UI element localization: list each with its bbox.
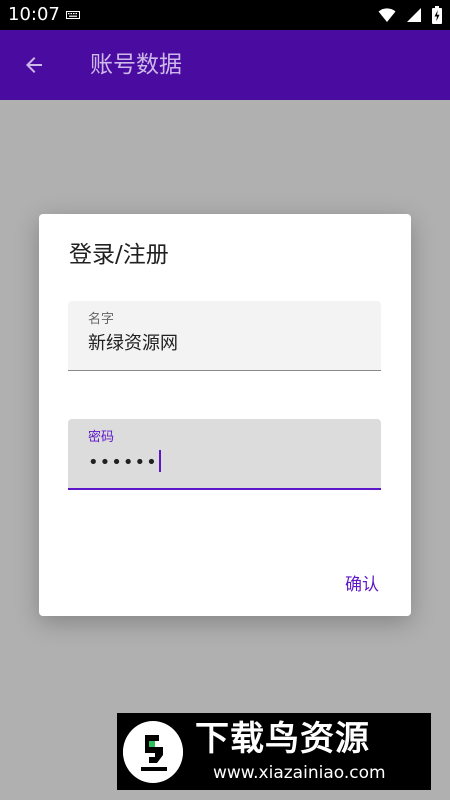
password-field-label: 密码 bbox=[88, 430, 115, 445]
confirm-button[interactable]: 确认 bbox=[345, 574, 379, 596]
watermark-url: www.xiazainiao.com bbox=[213, 763, 386, 783]
wifi-icon bbox=[378, 8, 396, 22]
password-field-value: •••••• bbox=[88, 452, 158, 473]
status-bar: 10:07 bbox=[0, 0, 450, 30]
text-caret bbox=[158, 450, 161, 472]
signal-icon bbox=[407, 8, 421, 22]
name-field[interactable]: 名字 新绿资源网 bbox=[68, 301, 381, 371]
status-time: 10:07 bbox=[8, 4, 60, 25]
name-field-value[interactable]: 新绿资源网 bbox=[88, 332, 178, 356]
watermark-text: 下载鸟资源 bbox=[195, 719, 370, 759]
watermark: 下载鸟资源 www.xiazainiao.com bbox=[117, 713, 431, 790]
arrow-left-icon[interactable] bbox=[22, 53, 46, 77]
name-field-label: 名字 bbox=[88, 312, 115, 327]
keyboard-icon bbox=[66, 11, 80, 19]
battery-icon bbox=[432, 6, 442, 24]
app-bar: 账号数据 bbox=[0, 30, 450, 100]
bird-logo-icon bbox=[123, 721, 183, 783]
password-field[interactable]: 密码 •••••• bbox=[68, 419, 381, 490]
dialog-title: 登录/注册 bbox=[69, 242, 169, 268]
status-icons bbox=[378, 6, 442, 24]
page-title: 账号数据 bbox=[90, 52, 182, 78]
password-field-input[interactable]: •••••• bbox=[88, 450, 161, 475]
login-dialog: 登录/注册 名字 新绿资源网 密码 •••••• 确认 bbox=[39, 214, 411, 616]
